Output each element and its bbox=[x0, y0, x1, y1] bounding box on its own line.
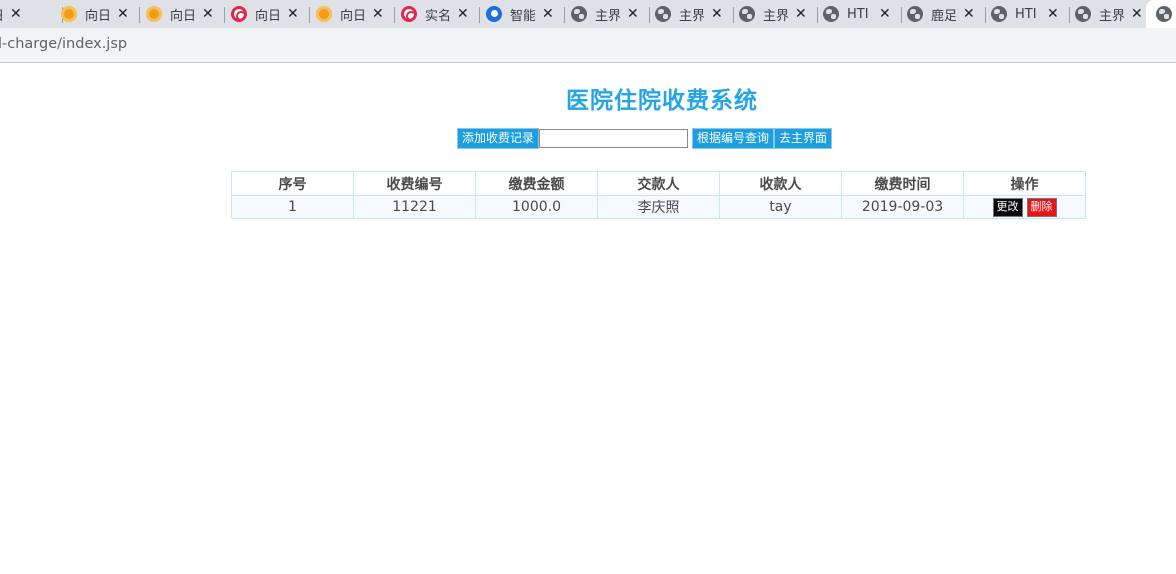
close-icon[interactable]: ✕ bbox=[542, 6, 554, 22]
orange-circle-icon bbox=[146, 6, 162, 22]
edit-button[interactable]: 更改 bbox=[992, 197, 1023, 217]
close-icon[interactable]: ✕ bbox=[627, 6, 639, 22]
cell-charge-no: 11221 bbox=[353, 195, 476, 219]
tab-title: 主界 bbox=[595, 8, 620, 24]
globe-icon bbox=[991, 6, 1007, 22]
browser-tab[interactable]: 向日 ✕ bbox=[225, 0, 310, 28]
browser-tab[interactable]: HTI ✕ bbox=[817, 0, 902, 28]
close-icon[interactable]: ✕ bbox=[372, 6, 384, 22]
toolbar: 添加收费记录 根据编号查询 去主界面 bbox=[457, 127, 833, 149]
tab-title: 主界 bbox=[1099, 8, 1124, 24]
column-header-actions: 操作 bbox=[963, 171, 1086, 196]
browser-tab[interactable]: 主界 ✕ bbox=[733, 0, 818, 28]
browser-tab[interactable]: 实名 ✕ bbox=[395, 0, 480, 28]
orange-circle-icon bbox=[316, 6, 332, 22]
tab-title: 向日 bbox=[340, 8, 365, 24]
tab-title: 鹿足 bbox=[931, 8, 956, 24]
column-header-index: 序号 bbox=[231, 171, 354, 196]
browser-tab[interactable]: 主界 ✕ bbox=[565, 0, 650, 28]
browser-tab[interactable]: 鹿足 ✕ bbox=[901, 0, 986, 28]
tab-title: 向日 bbox=[170, 8, 195, 24]
cell-receiver: tay bbox=[719, 195, 842, 219]
close-icon[interactable]: ✕ bbox=[10, 6, 22, 22]
globe-icon bbox=[907, 6, 923, 22]
globe-icon bbox=[655, 6, 671, 22]
table-header-row: 序号 收费编号 缴费金额 交款人 收款人 缴费时间 操作 bbox=[231, 171, 1086, 196]
column-header-charge-no: 收费编号 bbox=[353, 171, 476, 196]
close-icon[interactable]: ✕ bbox=[202, 6, 214, 22]
charge-number-search-input[interactable] bbox=[539, 128, 689, 148]
globe-icon bbox=[1075, 6, 1091, 22]
cell-date: 2019-09-03 bbox=[841, 195, 964, 219]
globe-icon bbox=[739, 6, 755, 22]
url-text[interactable]: l-charge/index.jsp bbox=[0, 36, 127, 52]
browser-tab[interactable]: 智能 ✕ bbox=[480, 0, 565, 28]
close-icon[interactable]: ✕ bbox=[1131, 6, 1143, 22]
cell-payer: 李庆照 bbox=[597, 195, 720, 219]
browser-tab[interactable]: HTI ✕ bbox=[985, 0, 1070, 28]
globe-icon bbox=[1156, 6, 1172, 22]
globe-icon bbox=[571, 6, 587, 22]
close-icon[interactable]: ✕ bbox=[287, 6, 299, 22]
table-row: 1 11221 1000.0 李庆照 tay 2019-09-03 更改 删除 bbox=[231, 195, 1086, 219]
close-icon[interactable]: ✕ bbox=[963, 6, 975, 22]
page-title: 医院住院收费系统 bbox=[566, 88, 758, 114]
tab-title: 向日 bbox=[0, 5, 3, 24]
query-by-number-button[interactable]: 根据编号查询 bbox=[692, 127, 775, 149]
close-icon[interactable]: ✕ bbox=[711, 6, 723, 22]
column-header-amount: 缴费金额 bbox=[475, 171, 598, 196]
browser-tab-strip: 向日 ✕ 向日 ✕ 向日 ✕ 向日 ✕ 向日 ✕ 实名 ✕ 智能 ✕ bbox=[0, 0, 1176, 28]
close-icon[interactable]: ✕ bbox=[1047, 6, 1059, 22]
column-header-date: 缴费时间 bbox=[841, 171, 964, 196]
blue-circle-icon bbox=[486, 6, 502, 22]
close-icon[interactable]: ✕ bbox=[117, 6, 129, 22]
tab-title: 智能 bbox=[510, 8, 535, 24]
tab-title: 向日 bbox=[255, 8, 280, 24]
tab-title: 主界 bbox=[679, 8, 704, 24]
browser-tab[interactable]: 主界 ✕ bbox=[649, 0, 734, 28]
column-header-payer: 交款人 bbox=[597, 171, 720, 196]
globe-icon bbox=[823, 6, 839, 22]
cell-index: 1 bbox=[231, 195, 354, 219]
tab-title: HTI bbox=[1015, 6, 1037, 22]
browser-tab[interactable]: 向日 ✕ bbox=[0, 0, 63, 28]
browser-tab[interactable]: 向日 ✕ bbox=[140, 0, 225, 28]
cell-actions: 更改 删除 bbox=[963, 195, 1086, 219]
browser-tab-active[interactable] bbox=[1146, 0, 1176, 28]
go-to-main-page-button[interactable]: 去主界面 bbox=[774, 127, 833, 149]
tab-title: 实名 bbox=[425, 8, 450, 24]
close-icon[interactable]: ✕ bbox=[879, 6, 891, 22]
charge-records-table: 序号 收费编号 缴费金额 交款人 收款人 缴费时间 操作 1 11221 100… bbox=[231, 171, 1086, 219]
browser-tab[interactable]: 主界 ✕ bbox=[1069, 0, 1154, 28]
browser-tab[interactable]: 向日 ✕ bbox=[55, 0, 140, 28]
cell-amount: 1000.0 bbox=[475, 195, 598, 219]
delete-button[interactable]: 删除 bbox=[1026, 197, 1057, 217]
tab-title: 向日 bbox=[85, 8, 110, 24]
add-charge-record-button[interactable]: 添加收费记录 bbox=[457, 127, 540, 149]
close-icon[interactable]: ✕ bbox=[795, 6, 807, 22]
column-header-receiver: 收款人 bbox=[719, 171, 842, 196]
close-icon[interactable]: ✕ bbox=[457, 6, 469, 22]
tab-title: 主界 bbox=[763, 8, 788, 24]
address-bar[interactable]: l-charge/index.jsp bbox=[0, 28, 1176, 63]
tab-title: HTI bbox=[847, 6, 869, 22]
orange-circle-icon bbox=[61, 6, 77, 22]
red-ring-icon bbox=[231, 6, 247, 22]
red-ring-icon bbox=[401, 6, 417, 22]
browser-tab[interactable]: 向日 ✕ bbox=[310, 0, 395, 28]
